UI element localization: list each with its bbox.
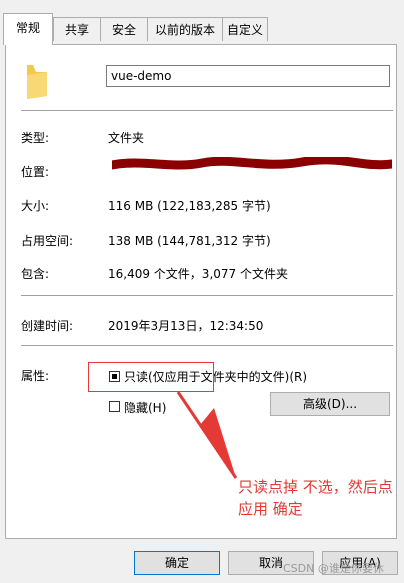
created-value: 2019年3月13日，12:34:50 bbox=[108, 319, 264, 333]
tab-label: 以前的版本 bbox=[154, 23, 215, 37]
tab-label: 常规 bbox=[15, 21, 40, 35]
tab-label: 安全 bbox=[111, 23, 136, 37]
annotation-highlight-box bbox=[88, 362, 214, 392]
divider bbox=[21, 345, 393, 346]
tab-sharing[interactable]: 共享 bbox=[53, 17, 101, 41]
redaction-scribble bbox=[112, 157, 392, 170]
size-value: 116 MB (122,183,285 字节) bbox=[108, 199, 271, 213]
tab-customize[interactable]: 自定义 bbox=[222, 17, 268, 41]
watermark: CSDN @谁是你要休 bbox=[283, 562, 384, 575]
disk-size-value: 138 MB (144,781,312 字节) bbox=[108, 234, 271, 248]
contains-label: 包含: bbox=[21, 267, 50, 281]
divider bbox=[21, 295, 393, 296]
type-value: 文件夹 bbox=[108, 131, 145, 145]
ok-button[interactable]: 确定 bbox=[134, 551, 220, 575]
disk-size-label: 占用空间: bbox=[21, 234, 74, 248]
ok-button-label: 确定 bbox=[164, 556, 189, 570]
hidden-checkbox[interactable] bbox=[109, 401, 120, 412]
location-label: 位置: bbox=[21, 165, 50, 179]
tab-strip: 常规 共享 安全 以前的版本 自定义 bbox=[0, 0, 404, 45]
created-label: 创建时间: bbox=[21, 319, 74, 333]
tab-general[interactable]: 常规 bbox=[3, 13, 53, 45]
annotation-note: 只读点掉 不选，然后点应用 确定 bbox=[238, 478, 393, 518]
general-panel: vue-demo 类型: 文件夹 位置: 大小: 116 MB (122,183… bbox=[5, 44, 397, 539]
contains-value: 16,409 个文件，3,077 个文件夹 bbox=[108, 267, 288, 281]
advanced-button-label: 高级(D)... bbox=[302, 397, 358, 411]
folder-name-field[interactable]: vue-demo bbox=[106, 65, 390, 87]
tab-label: 自定义 bbox=[226, 23, 263, 37]
hidden-label: 隐藏(H) bbox=[124, 401, 167, 415]
size-label: 大小: bbox=[21, 199, 50, 213]
tab-previous-versions[interactable]: 以前的版本 bbox=[147, 17, 223, 41]
divider bbox=[21, 110, 393, 111]
folder-icon bbox=[27, 65, 47, 99]
tab-security[interactable]: 安全 bbox=[100, 17, 148, 41]
attributes-label: 属性: bbox=[21, 369, 50, 383]
advanced-button[interactable]: 高级(D)... bbox=[270, 392, 390, 416]
type-label: 类型: bbox=[21, 131, 50, 145]
tab-label: 共享 bbox=[64, 23, 89, 37]
cancel-button-label: 取消 bbox=[258, 556, 283, 570]
